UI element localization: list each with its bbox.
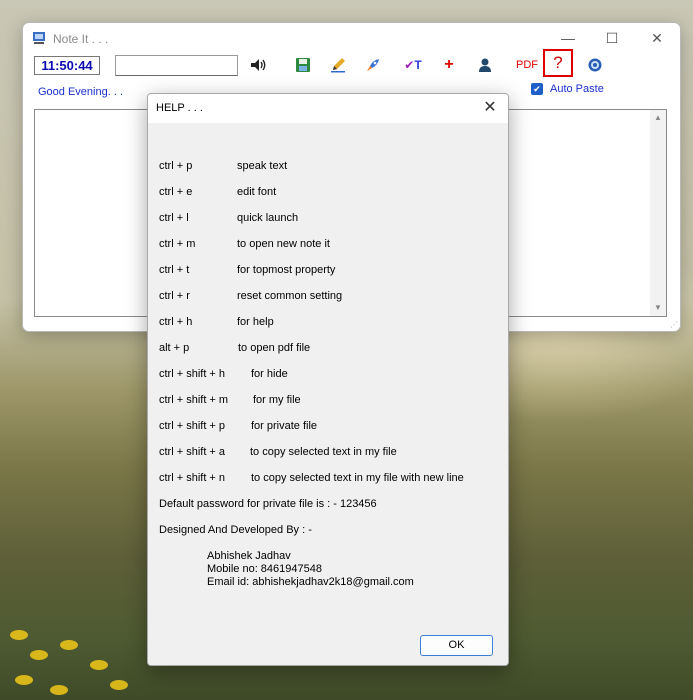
ok-button[interactable]: OK [420, 635, 493, 656]
flower-decoration [30, 650, 48, 660]
flower-decoration [50, 685, 68, 695]
shortcut-key: ctrl + h [159, 316, 193, 328]
auto-paste-checkbox[interactable]: ✔ Auto Paste [531, 83, 604, 95]
flower-decoration [110, 680, 128, 690]
shortcut-key: ctrl + l [159, 212, 189, 224]
shortcut-key: ctrl + shift + h [159, 368, 226, 380]
help-button[interactable]: ? [543, 49, 573, 77]
clock-display: 11:50:44 [34, 56, 100, 75]
scroll-up-icon[interactable]: ▲ [650, 110, 666, 126]
auto-paste-label: Auto Paste [550, 83, 604, 95]
shortcut-key: ctrl + shift + p [159, 420, 226, 432]
shortcut-desc: to copy selected text in my file with ne… [251, 472, 464, 484]
shortcut-key: alt + p [159, 342, 190, 354]
new-note-icon[interactable]: + [441, 54, 457, 76]
text-input[interactable] [115, 55, 238, 76]
shortcut-desc: quick launch [237, 212, 299, 224]
shortcut-key: ctrl + t [159, 264, 190, 276]
flower-decoration [90, 660, 108, 670]
shortcut-desc: for hide [251, 368, 288, 380]
designed-by-label: Designed And Developed By : - [159, 524, 312, 536]
maximize-button[interactable]: ☐ [601, 28, 623, 48]
shortcut-desc: for topmost property [237, 264, 336, 276]
shortcut-desc: edit font [237, 186, 277, 198]
shortcut-key: ctrl + shift + m [159, 394, 229, 406]
minimize-button[interactable]: — [557, 28, 579, 48]
edit-font-icon[interactable] [328, 54, 348, 76]
shortcut-desc: for help [237, 316, 274, 328]
app-icon [33, 32, 45, 44]
shortcut-desc: to open new note it [237, 238, 330, 250]
pdf-icon[interactable]: PDF [514, 54, 540, 76]
title-bar[interactable]: Note It . . . — ☐ ✕ [23, 23, 680, 53]
help-dialog: HELP . . . ✕ ctrl + p speak text ctrl + … [147, 93, 509, 666]
dialog-title: HELP . . . [156, 102, 203, 114]
flower-decoration [15, 675, 33, 685]
shortcut-key: ctrl + shift + a [159, 446, 226, 458]
shortcut-desc: reset common setting [237, 290, 343, 302]
private-file-icon[interactable] [475, 54, 495, 76]
shortcut-key: ctrl + e [159, 186, 193, 198]
settings-icon[interactable] [585, 54, 605, 76]
dialog-footer: OK [148, 625, 508, 665]
shortcut-desc: speak text [237, 160, 288, 172]
flower-decoration [60, 640, 78, 650]
dialog-title-bar[interactable]: HELP . . . ✕ [148, 94, 508, 123]
shortcut-key: ctrl + p [159, 160, 193, 172]
vertical-scrollbar[interactable]: ▲ ▼ [650, 110, 666, 316]
contact-email: Email id: abhishekjadhav2k18@gmail.com [207, 576, 414, 588]
shortcut-desc: for my file [253, 394, 301, 406]
flower-decoration [10, 630, 28, 640]
close-button[interactable]: ✕ [646, 28, 668, 48]
scroll-down-icon[interactable]: ▼ [650, 300, 666, 316]
contact-mobile: Mobile no: 8461947548 [207, 563, 322, 575]
shortcut-desc: to copy selected text in my file [250, 446, 397, 458]
shortcut-key: ctrl + r [159, 290, 190, 302]
shortcut-key: ctrl + m [159, 238, 196, 250]
speaker-icon[interactable] [248, 54, 270, 76]
shortcut-desc: for private file [251, 420, 318, 432]
contact-name: Abhishek Jadhav [207, 550, 291, 562]
shortcut-desc: to open pdf file [238, 342, 311, 354]
window-title: Note It . . . [53, 32, 109, 46]
dialog-body: ctrl + p speak text ctrl + e edit font c… [148, 123, 508, 625]
quick-launch-icon[interactable] [363, 54, 383, 76]
shortcut-key: ctrl + shift + n [159, 472, 226, 484]
password-note: Default password for private file is : -… [159, 498, 377, 510]
topmost-icon[interactable]: ✔T [398, 54, 428, 76]
dialog-close-icon[interactable]: ✕ [480, 98, 500, 118]
resize-grip-icon[interactable]: ⋰ [670, 320, 678, 329]
greeting-text: Good Evening. . . [38, 86, 123, 98]
checkbox-checked-icon[interactable]: ✔ [531, 83, 543, 95]
save-icon[interactable] [293, 54, 313, 76]
